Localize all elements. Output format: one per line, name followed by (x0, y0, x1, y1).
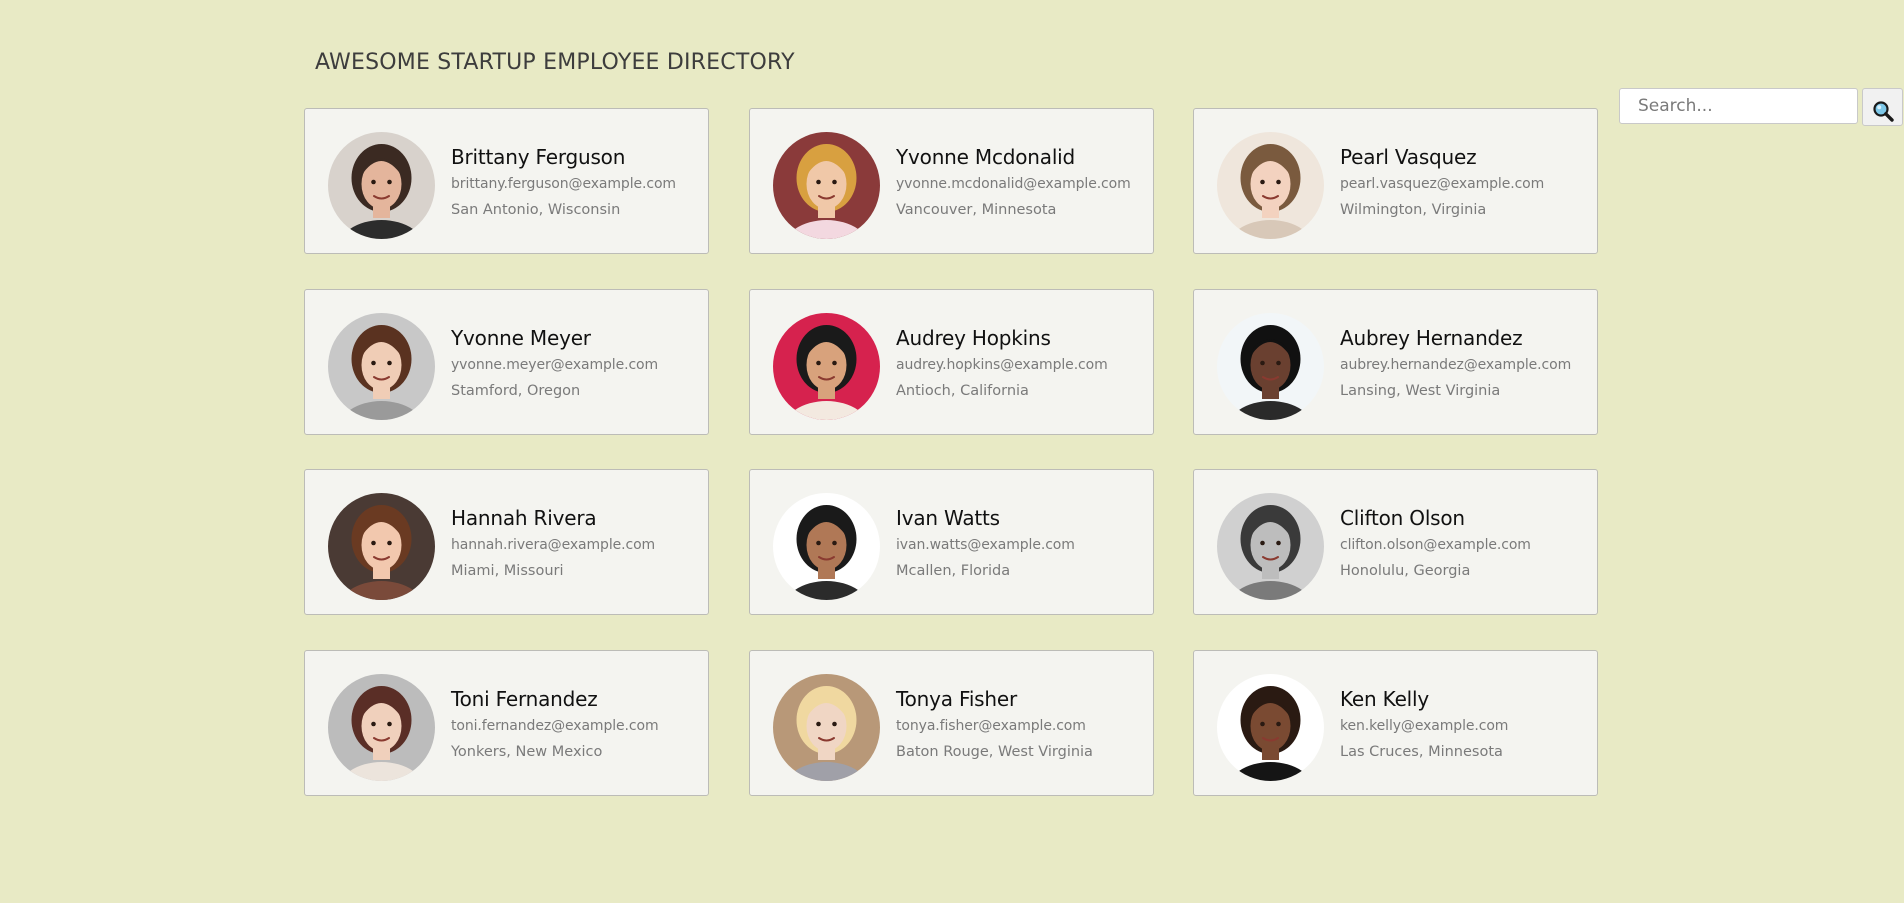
employee-info: Clifton Olson clifton.olson@example.com Ho… (1340, 505, 1590, 581)
employee-name: Toni Fernandez (451, 687, 598, 711)
employee-name: Audrey Hopkins (896, 326, 1051, 350)
avatar (328, 493, 435, 600)
employee-location: Stamford, Oregon (451, 383, 581, 399)
search-icon (1863, 100, 1902, 122)
avatar (1217, 132, 1324, 239)
employee-name: Yvonne Mcdonalid (896, 145, 1076, 169)
page-header: AWESOME STARTUP EMPLOYEE DIRECTORY (315, 48, 1903, 126)
employee-name: Tonya Fisher (896, 687, 1018, 711)
employee-email: ken.kelly@example.com (1340, 718, 1509, 734)
employee-info: Tonya Fisher tonya.fisher@example.com Bato… (896, 686, 1146, 762)
employee-card-clifton-olson[interactable]: Clifton Olson clifton.olson@example.com Ho… (1193, 469, 1598, 615)
employee-card-audrey-hopkins[interactable]: Audrey Hopkins audrey.hopkins@example.com… (749, 289, 1154, 435)
employee-info: Aubrey Hernandez aubrey.hernandez@example… (1340, 325, 1590, 401)
avatar (773, 313, 880, 420)
employee-name: Yvonne Meyer (451, 326, 591, 350)
employee-info: Audrey Hopkins audrey.hopkins@example.com… (896, 325, 1146, 401)
employee-info: Pearl Vasquez pearl.vasquez@example.com Wi… (1340, 144, 1590, 220)
employee-card-aubrey-hernandez[interactable]: Aubrey Hernandez aubrey.hernandez@example… (1193, 289, 1598, 435)
employee-name: Hannah Rivera (451, 506, 597, 530)
avatar (773, 674, 880, 781)
employee-email: ivan.watts@example.com (896, 537, 1075, 553)
avatar (1217, 313, 1324, 420)
employee-name: Clifton Olson (1340, 506, 1465, 530)
employee-email: tonya.fisher@example.com (896, 718, 1086, 734)
employee-name: Brittany Ferguson (451, 145, 626, 169)
employee-email: brittany.ferguson@example.com (451, 176, 676, 192)
employee-name: Ken Kelly (1340, 687, 1430, 711)
employee-card-ken-kelly[interactable]: Ken Kelly ken.kelly@example.com Las Cruces… (1193, 650, 1598, 796)
employee-card-brittany-ferguson[interactable]: Brittany Ferguson brittany.ferguson@examp… (304, 108, 709, 254)
employee-location: Baton Rouge, West Virginia (896, 744, 1093, 760)
employee-card-pearl-vasquez[interactable]: Pearl Vasquez pearl.vasquez@example.com Wi… (1193, 108, 1598, 254)
employee-email: audrey.hopkins@example.com (896, 357, 1108, 373)
employee-email: pearl.vasquez@example.com (1340, 176, 1545, 192)
employee-location: Honolulu, Georgia (1340, 563, 1471, 579)
employee-location: Las Cruces, Minnesota (1340, 744, 1503, 760)
employee-email: yvonne.meyer@example.com (451, 357, 659, 373)
employee-name: Ivan Watts (896, 506, 1000, 530)
employee-name: Pearl Vasquez (1340, 145, 1477, 169)
avatar (1217, 674, 1324, 781)
employee-info: Yvonne Meyer yvonne.meyer@example.com Stam… (451, 325, 701, 401)
employee-info: Ken Kelly ken.kelly@example.com Las Cruces… (1340, 686, 1590, 762)
employee-location: Miami, Missouri (451, 563, 564, 579)
avatar (773, 132, 880, 239)
employee-info: Yvonne Mcdonalid yvonne.mcdonalid@example… (896, 144, 1146, 220)
employee-location: Lansing, West Virginia (1340, 383, 1501, 399)
search-input[interactable] (1619, 88, 1858, 124)
avatar (328, 313, 435, 420)
employee-card-tonya-fisher[interactable]: Tonya Fisher tonya.fisher@example.com Bato… (749, 650, 1154, 796)
avatar (328, 132, 435, 239)
employee-card-yvonne-mcdonalid[interactable]: Yvonne Mcdonalid yvonne.mcdonalid@example… (749, 108, 1154, 254)
employee-location: Wilmington, Virginia (1340, 202, 1487, 218)
avatar (328, 674, 435, 781)
page-title: AWESOME STARTUP EMPLOYEE DIRECTORY (315, 50, 795, 75)
employee-location: Mcallen, Florida (896, 563, 1011, 579)
employee-info: Hannah Rivera hannah.rivera@example.com Mi… (451, 505, 701, 581)
employee-location: Yonkers, New Mexico (451, 744, 603, 760)
employee-email: hannah.rivera@example.com (451, 537, 656, 553)
employee-card-ivan-watts[interactable]: Ivan Watts ivan.watts@example.com Mcallen,… (749, 469, 1154, 615)
employee-card-toni-fernandez[interactable]: Toni Fernandez toni.fernandez@example.com… (304, 650, 709, 796)
employee-info: Ivan Watts ivan.watts@example.com Mcallen,… (896, 505, 1146, 581)
employee-email: toni.fernandez@example.com (451, 718, 659, 734)
search-button[interactable] (1862, 88, 1903, 126)
employee-card-yvonne-meyer[interactable]: Yvonne Meyer yvonne.meyer@example.com Stam… (304, 289, 709, 435)
employee-location: Antioch, California (896, 383, 1029, 399)
employee-email: clifton.olson@example.com (1340, 537, 1531, 553)
employee-location: San Antonio, Wisconsin (451, 202, 621, 218)
avatar (1217, 493, 1324, 600)
employee-email: aubrey.hernandez@example.com (1340, 357, 1572, 373)
employee-name: Aubrey Hernandez (1340, 326, 1523, 350)
employee-info: Brittany Ferguson brittany.ferguson@examp… (451, 144, 701, 220)
avatar (773, 493, 880, 600)
employee-card-hannah-rivera[interactable]: Hannah Rivera hannah.rivera@example.com Mi… (304, 469, 709, 615)
employee-location: Vancouver, Minnesota (896, 202, 1057, 218)
employee-info: Toni Fernandez toni.fernandez@example.com… (451, 686, 701, 762)
employee-email: yvonne.mcdonalid@example.com (896, 176, 1131, 192)
